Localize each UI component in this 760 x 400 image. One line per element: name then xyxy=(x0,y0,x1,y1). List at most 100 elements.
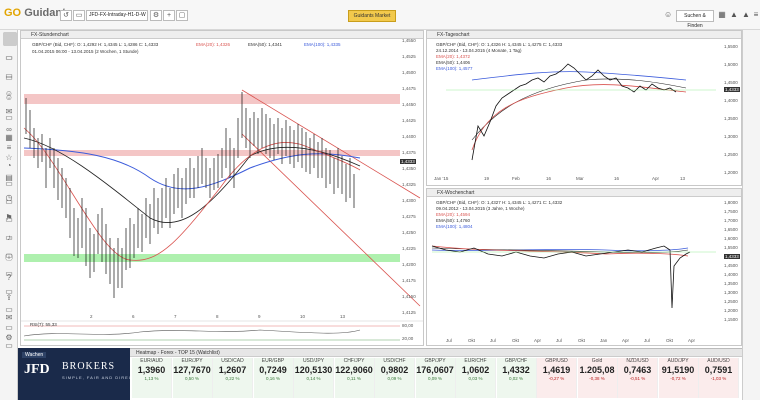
svg-text:1,8000: 1,8000 xyxy=(724,200,738,205)
clock-icon[interactable]: ◷ xyxy=(3,192,15,204)
x-tick-2: 6 xyxy=(132,314,135,319)
settings-icon[interactable]: ⚙ xyxy=(150,10,162,21)
weekly-price-line xyxy=(431,245,691,309)
pair-price: 1,4332 xyxy=(502,365,530,375)
svg-text:1,5500: 1,5500 xyxy=(724,44,738,49)
briefcase-icon[interactable]: ▭ xyxy=(3,112,15,124)
y-tick-5: 1,4450 xyxy=(402,102,416,107)
user-icon[interactable]: ☺ xyxy=(664,10,672,20)
gear-right-icon[interactable]: ⚙ xyxy=(3,332,15,344)
svg-text:1,5500: 1,5500 xyxy=(724,245,738,250)
daily-chart-title: FX-Tageschart xyxy=(427,31,741,39)
heatmap-cell[interactable]: EUR/JPY 127,7670 0,50 % xyxy=(172,358,213,398)
y-tick-10: 1,4325 xyxy=(402,182,416,187)
watchlist-tab[interactable]: Wachen xyxy=(22,352,47,358)
user-right-icon[interactable]: ☺ xyxy=(3,92,15,104)
weekly-chart-svg[interactable]: 1,8000 1,7500 1,7000 1,6500 1,6000 1,550… xyxy=(426,196,742,346)
hourly-chart-svg[interactable]: 1,4550 1,4525 1,4500 1,4475 1,4450 1,442… xyxy=(20,38,424,346)
mail-icon[interactable]: ✉ xyxy=(3,312,15,324)
heatmap-cell[interactable]: GBP/CHF 1,4332 0,02 % xyxy=(496,358,537,398)
svg-text:Apr: Apr xyxy=(622,338,630,343)
monitor-right-icon[interactable]: ▭ xyxy=(3,72,15,84)
svg-text:Okt: Okt xyxy=(512,338,520,343)
pair-name: GBP/CHF xyxy=(504,358,528,364)
search-button[interactable]: Suchen & Finden xyxy=(676,10,714,29)
flag-icon[interactable]: ⚑ xyxy=(3,212,15,224)
pair-name: USD/CHF xyxy=(383,358,406,364)
y-tick-11: 1,4300 xyxy=(402,198,416,203)
heatmap-cell[interactable]: USD/CHF 0,9802 0,09 % xyxy=(375,358,415,398)
daily-chart-svg[interactable]: 1,5500 1,5000 1,4500 1,4000 1,3500 1,300… xyxy=(426,40,742,186)
share-icon[interactable]: ⇪ xyxy=(3,292,15,304)
star-icon[interactable]: ☆ xyxy=(3,152,15,164)
svg-text:1,7000: 1,7000 xyxy=(724,218,738,223)
svg-text:Jul: Jul xyxy=(446,338,452,343)
heatmap-cell[interactable]: Gold 1.205,08 -0,38 % xyxy=(577,358,618,398)
lock-icon[interactable]: ▢ xyxy=(176,10,188,21)
jfd-logo-text: JFD xyxy=(24,362,50,377)
svg-text:Okt: Okt xyxy=(468,338,476,343)
heatmap-header: Heatmap - Forex - TOP 15 (Watchlist) xyxy=(130,349,742,357)
x-tick-3: 7 xyxy=(174,314,177,319)
heatmap-cell[interactable]: AUD/JPY 91,5190 -0,72 % xyxy=(658,358,699,398)
y-tick-17: 1,4150 xyxy=(402,294,416,299)
chart-icon[interactable]: ▭ xyxy=(3,52,15,64)
pair-change: -0,72 % xyxy=(670,376,686,381)
menu-icon[interactable]: ≡ xyxy=(752,10,760,20)
heatmap-cell[interactable]: CHF/JPY 122,9060 0,11 % xyxy=(334,358,375,398)
calendar-icon[interactable]: ▦ xyxy=(3,132,15,144)
notifications-icon[interactable]: ▲ xyxy=(742,10,750,20)
pair-name: NZD/USD xyxy=(626,358,649,364)
print-icon[interactable]: ▭ xyxy=(73,10,85,21)
news-icon[interactable]: ▤ xyxy=(3,172,15,184)
rsi-label: RSI(7): 55,33 xyxy=(30,322,57,327)
heatmap-cell[interactable]: GBP/JPY 176,0607 0,09 % xyxy=(415,358,456,398)
pair-change: 0,02 % xyxy=(508,376,523,381)
svg-text:1,4500: 1,4500 xyxy=(724,263,738,268)
pair-change: 0,11 % xyxy=(347,376,361,381)
svg-text:Jan: Jan xyxy=(600,338,608,343)
heatmap-cell[interactable]: EUR/CHF 1,0602 0,03 % xyxy=(456,358,496,398)
add-icon[interactable]: + xyxy=(163,10,175,21)
svg-text:Mar: Mar xyxy=(576,176,584,181)
heatmap-cell[interactable]: USD/JPY 120,5130 0,14 % xyxy=(294,358,334,398)
guidants-market-button[interactable]: Guidants Market xyxy=(348,10,396,22)
y-tick-8: 1,4375 xyxy=(402,150,416,155)
pair-name: USD/CAD xyxy=(221,358,244,364)
svg-text:Jul: Jul xyxy=(644,338,650,343)
svg-text:1,2000: 1,2000 xyxy=(724,170,738,175)
info-icon[interactable]: ⓘ xyxy=(3,252,15,264)
pair-name: EUR/JPY xyxy=(181,358,203,364)
bell-icon[interactable]: ♪ xyxy=(3,232,15,244)
svg-text:Okt: Okt xyxy=(578,338,586,343)
heatmap-cell[interactable]: NZD/USD 0,7463 -0,51 % xyxy=(618,358,658,398)
heatmap-cell[interactable]: EUR/GBP 0,7249 0,16 % xyxy=(253,358,294,398)
y-tick-1: 1,4550 xyxy=(402,38,416,43)
workspace-name-field[interactable]: JFD-FX-Intraday-H1-D-W xyxy=(86,10,148,21)
y-tick-4: 1,4475 xyxy=(402,86,416,91)
avatar-right[interactable] xyxy=(3,32,17,46)
heatmap-cell[interactable]: USD/CAD 1,2607 0,22 % xyxy=(213,358,253,398)
heatmap-cell[interactable]: EUR/AUD 1,3960 1,13 % xyxy=(132,358,172,398)
svg-text:Apr: Apr xyxy=(652,176,660,181)
pair-name: USD/JPY xyxy=(302,358,325,364)
y-tick-6: 1,4425 xyxy=(402,118,416,123)
pair-change: 0,09 % xyxy=(387,376,402,381)
daily-price-box: 1,4333 xyxy=(724,87,740,92)
help-icon[interactable]: ? xyxy=(3,272,15,284)
back-icon[interactable]: ↺ xyxy=(60,10,72,21)
grid-icon[interactable]: ▦ xyxy=(718,10,726,20)
pair-name: GBP/JPY xyxy=(424,358,446,364)
heatmap-cell[interactable]: GBP/USD 1,4619 -0,27 % xyxy=(537,358,577,398)
alert-icon[interactable]: ▲ xyxy=(730,10,738,20)
pair-change: 0,14 % xyxy=(306,376,321,381)
y-tick-16: 1,4175 xyxy=(402,278,416,283)
pair-name: AUD/USD xyxy=(707,358,730,364)
x-tick-1: 2 xyxy=(90,314,93,319)
pair-name: EUR/GBP xyxy=(261,358,285,364)
svg-text:1,7500: 1,7500 xyxy=(724,209,738,214)
pair-change: -0,27 % xyxy=(548,376,565,381)
svg-text:1,4000: 1,4000 xyxy=(724,272,738,277)
heatmap-cell[interactable]: AUD/USD 0,7591 -1,03 % xyxy=(699,358,739,398)
x-tick-5: 9 xyxy=(258,314,261,319)
